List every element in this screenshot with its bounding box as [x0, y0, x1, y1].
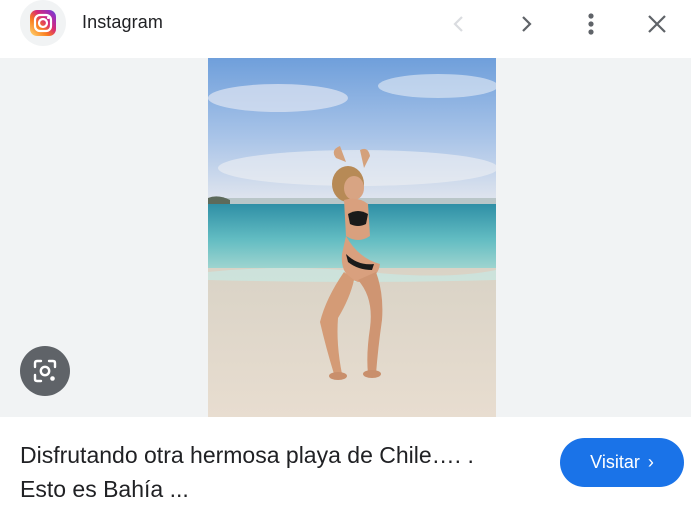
google-lens-icon[interactable]	[20, 346, 70, 396]
visit-button-label: Visitar	[590, 452, 640, 472]
result-caption[interactable]: Disfrutando otra hermosa playa de Chile……	[20, 438, 540, 506]
top-bar: Instagram	[0, 0, 691, 58]
chevron-right-icon: ›	[647, 452, 654, 472]
next-icon[interactable]	[508, 6, 544, 42]
close-icon[interactable]	[639, 6, 675, 42]
image-preview-panel	[0, 58, 691, 417]
previous-icon[interactable]	[441, 6, 477, 42]
more-vert-icon[interactable]	[573, 6, 609, 42]
beach-photo[interactable]	[208, 58, 496, 417]
caption-line-1: Disfrutando otra hermosa playa de Chile……	[20, 442, 474, 468]
visit-button[interactable]: Visitar ›	[560, 438, 684, 487]
instagram-icon[interactable]	[20, 0, 66, 46]
source-name[interactable]: Instagram	[82, 12, 163, 33]
caption-line-2: Esto es Bahía ...	[20, 476, 189, 502]
